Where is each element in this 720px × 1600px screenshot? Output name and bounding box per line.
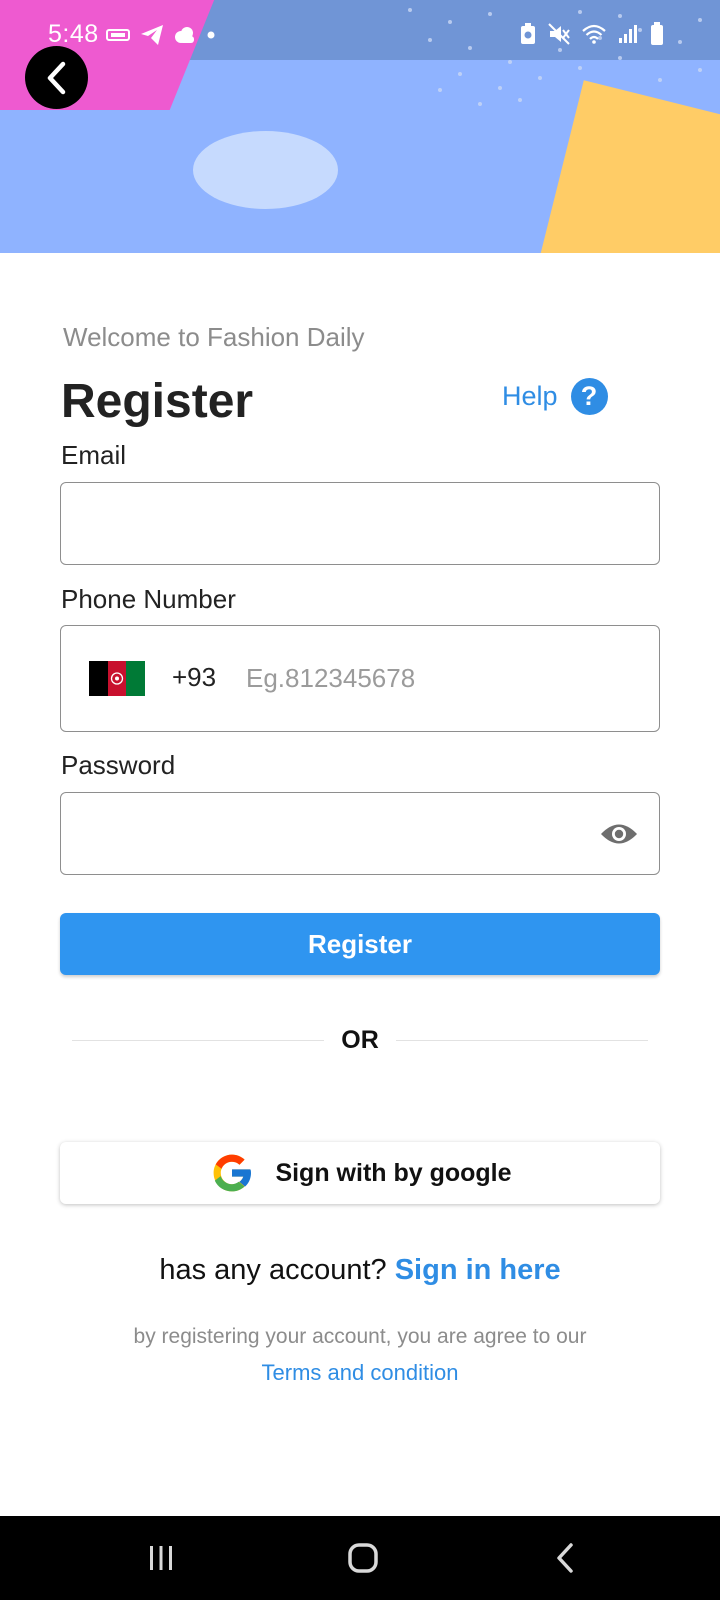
eye-icon[interactable] — [599, 819, 639, 849]
password-field[interactable] — [81, 811, 581, 855]
recent-apps-button[interactable] — [141, 1538, 181, 1578]
telegram-icon — [141, 25, 163, 45]
home-button[interactable] — [343, 1538, 383, 1578]
google-button-label: Sign with by google — [275, 1158, 512, 1187]
account-prompt-text: has any account? — [159, 1254, 387, 1286]
phone-label: Phone Number — [61, 584, 236, 614]
home-icon — [348, 1543, 378, 1573]
phone-field-container: +93 — [60, 625, 660, 732]
back-button[interactable] — [25, 46, 88, 109]
nav-back-button[interactable] — [545, 1538, 585, 1578]
system-nav-bar — [0, 1516, 720, 1600]
battery-saver-icon — [521, 23, 535, 44]
email-field-container — [60, 482, 660, 565]
or-text: OR — [341, 1026, 379, 1054]
country-code[interactable]: +93 — [172, 662, 216, 693]
dot-icon — [207, 31, 215, 39]
afghanistan-flag-icon[interactable] — [89, 661, 146, 696]
question-circle-icon: ? — [570, 378, 608, 415]
password-field-container — [60, 792, 660, 875]
email-field[interactable] — [81, 501, 641, 545]
data-saver-icon — [106, 29, 130, 41]
recent-apps-icon — [150, 1546, 172, 1570]
or-divider: OR — [72, 1024, 648, 1056]
terms-link: Terms and condition — [0, 1360, 720, 1386]
terms-and-condition-link[interactable]: Terms and condition — [262, 1360, 459, 1385]
account-prompt: has any account? Sign in here — [0, 1254, 720, 1287]
page-title: Register — [61, 375, 254, 428]
battery-icon — [651, 22, 663, 45]
cloud-icon — [175, 27, 194, 43]
help-label: Help — [502, 381, 558, 411]
back-icon — [557, 1543, 573, 1573]
sign-in-link[interactable]: Sign in here — [395, 1254, 561, 1286]
status-bar: 5:48 — [0, 0, 720, 60]
chevron-left-icon — [47, 61, 65, 94]
signal-icon — [619, 25, 637, 43]
google-sign-in-button[interactable]: Sign with by google — [60, 1142, 660, 1204]
register-button[interactable]: Register — [60, 913, 660, 975]
mute-icon — [548, 23, 570, 45]
status-time: 5:48 — [48, 20, 99, 48]
google-icon — [214, 1154, 253, 1192]
welcome-text: Welcome to Fashion Daily — [63, 322, 365, 352]
email-label: Email — [61, 440, 127, 470]
terms-text: by registering your account, you are agr… — [133, 1325, 587, 1348]
phone-number-input[interactable] — [246, 656, 636, 700]
flag-emblem-icon — [110, 672, 123, 685]
password-label: Password — [61, 750, 176, 780]
wifi-icon — [582, 24, 606, 44]
help-link[interactable]: Help ? — [502, 378, 608, 415]
